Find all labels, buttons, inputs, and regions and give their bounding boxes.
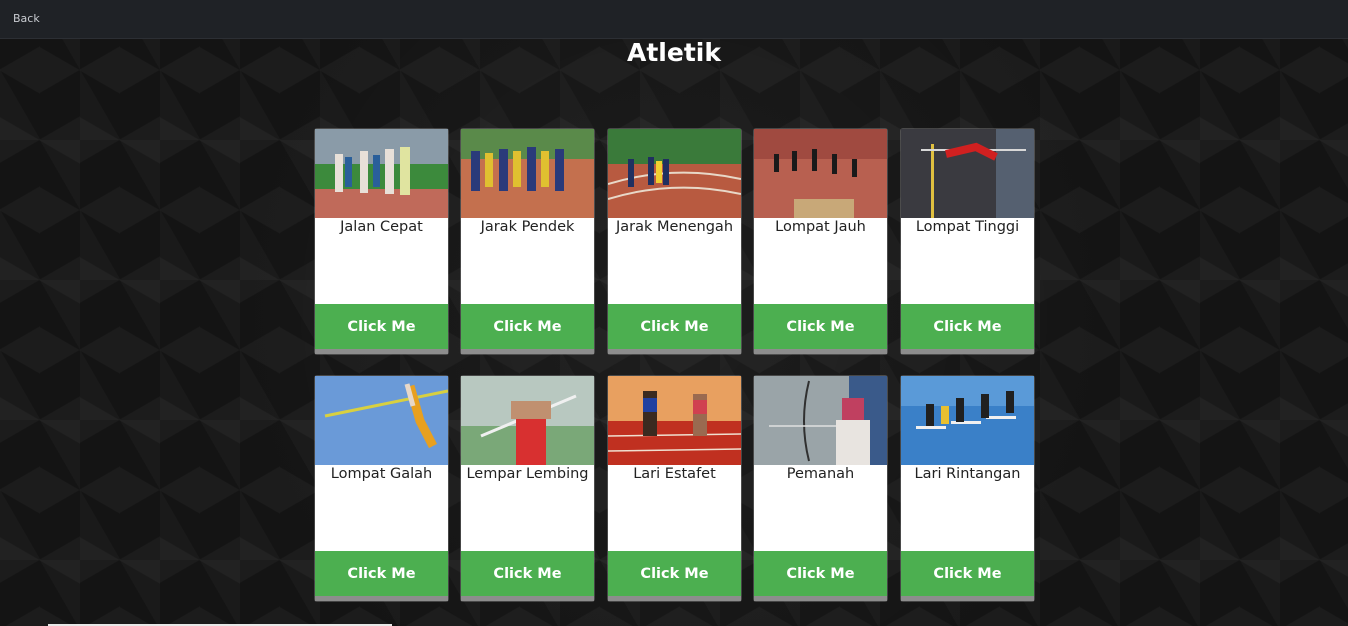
middle-distance-image (608, 129, 741, 218)
card-label: Lempar Lembing (466, 466, 589, 482)
click-me-button[interactable]: Click Me (901, 551, 1034, 596)
card-pemanah: Pemanah Click Me (754, 376, 887, 601)
long-jump-image (754, 129, 887, 218)
card-lari-rintangan: Lari Rintangan Click Me (901, 376, 1034, 601)
click-me-button[interactable]: Click Me (461, 551, 594, 596)
card-label: Lompat Tinggi (915, 219, 1020, 235)
click-me-button[interactable]: Click Me (608, 304, 741, 349)
card-lompat-galah: Lompat Galah Click Me (315, 376, 448, 601)
card-jarak-menengah: Jarak Menengah Click Me (608, 129, 741, 354)
card-label: Lompat Galah (330, 466, 433, 482)
back-link[interactable]: Back (13, 12, 40, 25)
card-label: Lari Estafet (633, 466, 716, 482)
card-label: Jarak Pendek (480, 219, 575, 235)
card-lempar-lembing: Lempar Lembing Click Me (461, 376, 594, 601)
card-label: Lari Rintangan (914, 466, 1021, 482)
click-me-button[interactable]: Click Me (754, 551, 887, 596)
card-lari-estafet: Lari Estafet Click Me (608, 376, 741, 601)
click-me-button[interactable]: Click Me (315, 304, 448, 349)
javelin-image (461, 376, 594, 465)
card-label: Pemanah (786, 466, 855, 482)
click-me-button[interactable]: Click Me (461, 304, 594, 349)
archery-image (754, 376, 887, 465)
sprint-image (461, 129, 594, 218)
relay-image (608, 376, 741, 465)
page-title: Atletik (627, 38, 721, 67)
card-label: Jarak Menengah (615, 219, 734, 235)
top-bar: Back (0, 0, 1348, 39)
click-me-button[interactable]: Click Me (315, 551, 448, 596)
pole-vault-image (315, 376, 448, 465)
click-me-button[interactable]: Click Me (608, 551, 741, 596)
hurdles-image (901, 376, 1034, 465)
card-jalan-cepat: Jalan Cepat Click Me (315, 129, 448, 354)
high-jump-image (901, 129, 1034, 218)
card-lompat-tinggi: Lompat Tinggi Click Me (901, 129, 1034, 354)
race-walk-image (315, 129, 448, 218)
card-lompat-jauh: Lompat Jauh Click Me (754, 129, 887, 354)
card-jarak-pendek: Jarak Pendek Click Me (461, 129, 594, 354)
card-label: Jalan Cepat (340, 219, 423, 235)
click-me-button[interactable]: Click Me (754, 304, 887, 349)
card-label: Lompat Jauh (775, 219, 866, 235)
click-me-button[interactable]: Click Me (901, 304, 1034, 349)
